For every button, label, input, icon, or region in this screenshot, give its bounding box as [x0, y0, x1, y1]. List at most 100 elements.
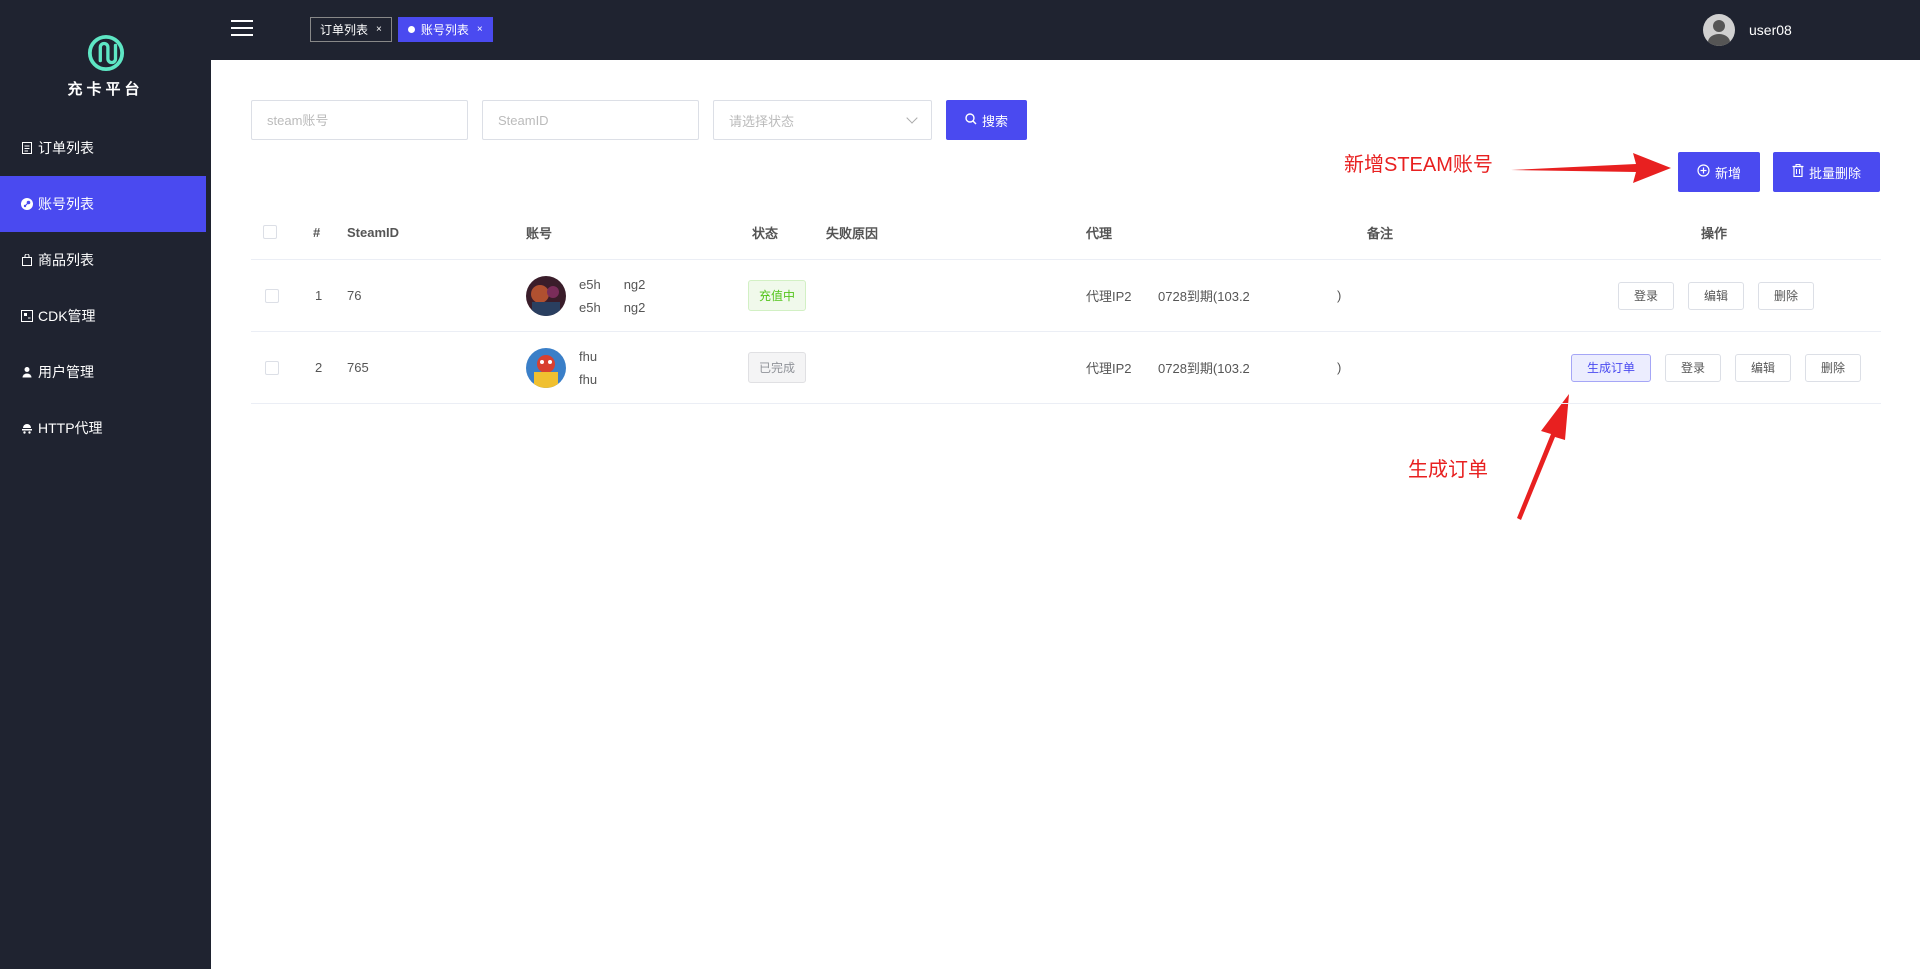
edit-button[interactable]: 编辑	[1735, 353, 1792, 382]
tab-label: 账号列表	[420, 23, 469, 37]
search-button[interactable]: 搜索	[946, 100, 1028, 140]
sidebar-item-label: CDK管理	[38, 308, 96, 324]
row-steamid: 76	[347, 288, 362, 303]
proxy-icon	[21, 422, 33, 434]
account-line1-tail: ng2	[623, 276, 646, 292]
proxy-name: 代理IP2	[1086, 361, 1132, 376]
sidebar-item-users[interactable]: 用户管理	[0, 344, 211, 400]
topbar: 订单列表 × 账号列表 × user08	[211, 0, 1920, 60]
sidebar-item-accounts[interactable]: 账号列表	[0, 176, 206, 232]
add-button[interactable]: 新增	[1677, 152, 1760, 192]
active-dot-icon	[407, 26, 415, 33]
sidebar-menu: 订单列表 账号列表 商品列表 CDK管理 用户管理 HTTP代理	[0, 120, 211, 456]
select-all-checkbox[interactable]	[263, 225, 277, 239]
tab-accounts[interactable]: 账号列表 ×	[397, 17, 493, 42]
sidebar: 充卡平台 订单列表 账号列表 商品列表 CDK管理 用户管理 HTTP代理	[0, 0, 211, 969]
document-icon	[21, 142, 33, 154]
avatar	[1703, 14, 1735, 46]
accounts-table: # SteamID 账号 状态 失败原因 代理 备注 操作 1 76 e5h ng…	[251, 205, 1881, 404]
logo-text: 充卡平台	[67, 80, 144, 98]
batch-delete-button[interactable]: 批量删除	[1772, 152, 1880, 192]
menu-toggle-icon[interactable]	[231, 20, 253, 38]
tab-label: 订单列表	[320, 23, 369, 37]
account-line2-tail: ng2	[623, 299, 646, 315]
annotation-arrow-order	[1517, 394, 1569, 520]
sidebar-item-cdk[interactable]: CDK管理	[0, 288, 211, 344]
trash-icon	[1792, 164, 1804, 180]
annotation-generate-order: 生成订单	[1408, 459, 1488, 481]
add-circle-icon	[1697, 164, 1710, 180]
header-remark: 备注	[1367, 225, 1394, 241]
sidebar-item-label: 订单列表	[38, 140, 94, 156]
row-index: 2	[315, 360, 323, 375]
user-icon	[21, 366, 33, 378]
logo[interactable]: 充卡平台	[0, 0, 211, 120]
row-checkbox[interactable]	[265, 288, 279, 303]
steamid-input[interactable]	[482, 100, 699, 140]
filter-bar: 请选择状态 搜索	[251, 100, 1028, 140]
account-line1: e5h	[579, 276, 601, 292]
search-label: 搜索	[982, 113, 1009, 129]
header-account: 账号	[526, 225, 553, 241]
status-badge: 充值中	[748, 280, 807, 311]
status-select-placeholder: 请选择状态	[729, 113, 795, 129]
table-header: # SteamID 账号 状态 失败原因 代理 备注 操作	[251, 205, 1881, 260]
annotation-add-account: 新增STEAM账号	[1344, 154, 1493, 176]
add-label: 新增	[1714, 165, 1741, 181]
sidebar-item-label: 账号列表	[38, 196, 94, 212]
proxy-detail: 0728到期(103.2	[1158, 361, 1250, 376]
login-button[interactable]: 登录	[1665, 353, 1722, 382]
edit-button[interactable]: 编辑	[1688, 281, 1745, 310]
header-fail-reason: 失败原因	[826, 225, 879, 241]
account-text: fhu fhu	[579, 345, 597, 391]
row-steamid: 765	[347, 360, 369, 375]
account-avatar	[526, 347, 566, 388]
main-content: 请选择状态 搜索 新增 批量删除 新增STEAM账号 生成订单	[211, 60, 1920, 969]
sidebar-item-label: 用户管理	[38, 364, 94, 380]
sidebar-item-label: 商品列表	[38, 252, 94, 268]
sidebar-item-proxy[interactable]: HTTP代理	[0, 400, 211, 456]
header-ops: 操作	[1701, 225, 1728, 241]
tab-bar: 订单列表 × 账号列表 ×	[310, 17, 499, 42]
tab-orders[interactable]: 订单列表 ×	[310, 17, 392, 42]
proxy-name: 代理IP2	[1086, 289, 1132, 304]
row-checkbox[interactable]	[265, 360, 279, 375]
action-buttons: 新增 批量删除	[1665, 152, 1880, 192]
header-proxy: 代理	[1086, 225, 1113, 241]
sidebar-item-orders[interactable]: 订单列表	[0, 120, 211, 176]
annotation-arrow-add	[1511, 153, 1671, 183]
delete-button[interactable]: 删除	[1805, 353, 1862, 382]
account-line2: fhu	[579, 371, 598, 387]
row-index: 1	[315, 288, 323, 303]
status-select[interactable]: 请选择状态	[713, 100, 932, 140]
proxy-detail: 0728到期(103.2	[1158, 289, 1250, 304]
status-badge: 已完成	[748, 352, 807, 383]
batch-delete-label: 批量删除	[1808, 165, 1861, 181]
steam-icon	[21, 198, 33, 210]
close-icon[interactable]: ×	[477, 24, 483, 35]
chevron-down-icon	[906, 112, 918, 124]
logo-icon	[87, 34, 124, 71]
proxy-tail: )	[1337, 360, 1342, 375]
account-line1: fhu	[579, 348, 598, 364]
cdk-icon	[21, 310, 33, 322]
close-icon[interactable]: ×	[376, 24, 382, 35]
login-button[interactable]: 登录	[1618, 281, 1675, 310]
proxy-tail: )	[1337, 288, 1342, 303]
account-avatar	[526, 275, 566, 316]
bag-icon	[21, 254, 33, 266]
username: user08	[1749, 22, 1792, 38]
table-row: 2 765 fhu fhu 已完成 代理IP2 0728到期(103.2 ) 生…	[251, 332, 1881, 404]
header-status: 状态	[752, 225, 779, 241]
search-icon	[965, 112, 977, 128]
account-line2: e5h	[579, 299, 601, 315]
header-steamid: SteamID	[347, 224, 400, 240]
account-text: e5h ng2 e5h ng2	[579, 273, 645, 319]
table-row: 1 76 e5h ng2 e5h ng2 充值中 代理IP2 0728到期(103.…	[251, 260, 1881, 332]
generate-order-button[interactable]: 生成订单	[1571, 353, 1652, 382]
header-index: #	[313, 224, 321, 240]
steam-account-input[interactable]	[251, 100, 468, 140]
sidebar-item-products[interactable]: 商品列表	[0, 232, 211, 288]
delete-button[interactable]: 删除	[1758, 281, 1815, 310]
user-menu[interactable]: user08	[1703, 14, 1792, 46]
